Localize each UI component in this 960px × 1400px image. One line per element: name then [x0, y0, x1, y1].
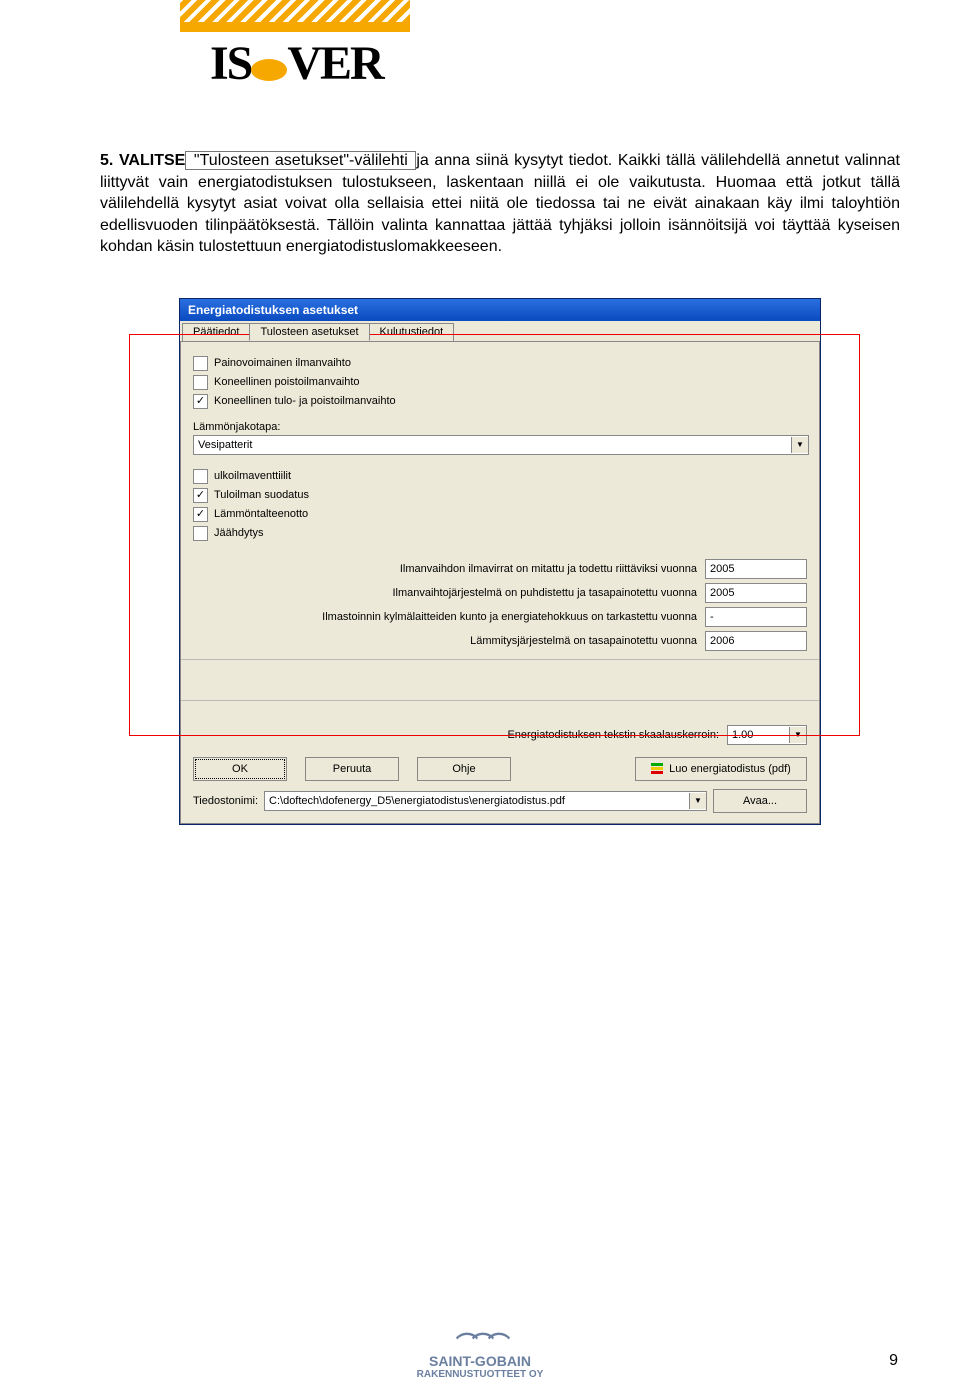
year3-input[interactable]: - — [705, 607, 807, 627]
year4-input[interactable]: 2006 — [705, 631, 807, 651]
filename-label: Tiedostonimi: — [193, 795, 258, 807]
checkbox-lammontalteenotto[interactable] — [193, 507, 208, 522]
checkbox-jaahdytys[interactable] — [193, 526, 208, 541]
saint-gobain-logo: ⌒⌒⌒ SAINT-GOBAIN RAKENNUSTUOTTEET OY — [417, 1327, 544, 1380]
lammonjakotapa-label: Lämmönjakotapa: — [193, 421, 807, 433]
filename-combobox[interactable]: C:\doftech\dofenergy_D5\energiatodistus\… — [264, 791, 707, 811]
combobox-value: Vesipatterit — [194, 439, 791, 451]
tab-tulosteen-asetukset[interactable]: Tulosteen asetukset — [249, 323, 369, 341]
step-lead: 5. VALITSE — [100, 152, 185, 169]
page-footer: ⌒⌒⌒ SAINT-GOBAIN RAKENNUSTUOTTEET OY — [0, 1327, 960, 1380]
combobox-value: 1.00 — [728, 729, 789, 741]
help-button[interactable]: Ohje — [417, 757, 511, 781]
year2-label: Ilmanvaihtojärjestelmä on puhdistettu ja… — [392, 587, 697, 599]
year1-input[interactable]: 2005 — [705, 559, 807, 579]
tab-panel: Painovoimainen ilmanvaihto Koneellinen p… — [180, 341, 820, 824]
combobox-value: C:\doftech\dofenergy_D5\energiatodistus\… — [265, 795, 689, 807]
year4-label: Lämmitysjärjestelmä on tasapainotettu vu… — [470, 635, 697, 647]
chevron-down-icon[interactable]: ▼ — [689, 793, 706, 809]
year3-label: Ilmastoinnin kylmälaitteiden kunto ja en… — [322, 611, 697, 623]
checkbox-tuloilman-suodatus[interactable] — [193, 488, 208, 503]
chevron-down-icon[interactable]: ▼ — [791, 437, 808, 453]
year1-label: Ilmanvaihdon ilmavirrat on mitattu ja to… — [400, 563, 697, 575]
checkbox-label: Koneellinen poistoilmanvaihto — [214, 376, 360, 388]
tab-name-inline: "Tulosteen asetukset"-välilehti — [185, 151, 416, 170]
checkbox-label: Tuloilman suodatus — [214, 489, 309, 501]
cancel-button[interactable]: Peruuta — [305, 757, 399, 781]
chevron-down-icon[interactable]: ▼ — [789, 727, 806, 743]
logo-dot-icon — [251, 59, 287, 81]
header-stripe-pattern — [180, 0, 410, 22]
lammonjakotapa-combobox[interactable]: Vesipatterit ▼ — [193, 435, 809, 455]
energy-rating-icon — [651, 763, 663, 774]
checkbox-koneellinen-poisto[interactable] — [193, 375, 208, 390]
dialog-titlebar[interactable]: Energiatodistuksen asetukset — [180, 299, 820, 321]
tab-kulutustiedot[interactable]: Kulutustiedot — [369, 323, 455, 341]
page-number: 9 — [889, 1352, 898, 1370]
header-stripe-solid — [180, 22, 410, 32]
checkbox-label: Koneellinen tulo- ja poistoilmanvaihto — [214, 395, 396, 407]
footer-sub: RAKENNUSTUOTTEET OY — [417, 1369, 544, 1380]
scale-combobox[interactable]: 1.00 ▼ — [727, 725, 807, 745]
tab-paatiedot[interactable]: Päätiedot — [182, 323, 250, 341]
divider — [181, 700, 819, 701]
checkbox-koneellinen-tulo-poisto[interactable] — [193, 394, 208, 409]
divider — [181, 659, 819, 660]
isover-logo: ISVER — [210, 36, 383, 91]
checkbox-label: Lämmöntalteenotto — [214, 508, 308, 520]
scale-label: Energiatodistuksen tekstin skaalauskerro… — [507, 729, 719, 741]
settings-dialog: Energiatodistuksen asetukset Päätiedot T… — [179, 298, 821, 825]
ok-button[interactable]: OK — [193, 757, 287, 781]
create-pdf-button[interactable]: Luo energiatodistus (pdf) — [635, 757, 807, 781]
open-button[interactable]: Avaa... — [713, 789, 807, 813]
checkbox-painovoimainen[interactable] — [193, 356, 208, 371]
footer-brand: SAINT-GOBAIN — [417, 1353, 544, 1369]
checkbox-label: ulkoilmaventtiilit — [214, 470, 291, 482]
tabs: Päätiedot Tulosteen asetukset Kulutustie… — [180, 321, 820, 341]
checkbox-label: Painovoimainen ilmanvaihto — [214, 357, 351, 369]
checkbox-ulkoilmaventtiilit[interactable] — [193, 469, 208, 484]
year2-input[interactable]: 2005 — [705, 583, 807, 603]
checkbox-label: Jäähdytys — [214, 527, 264, 539]
instruction-paragraph: 5. VALITSE "Tulosteen asetukset"-välileh… — [100, 150, 900, 258]
page-header: ISVER — [100, 0, 900, 125]
